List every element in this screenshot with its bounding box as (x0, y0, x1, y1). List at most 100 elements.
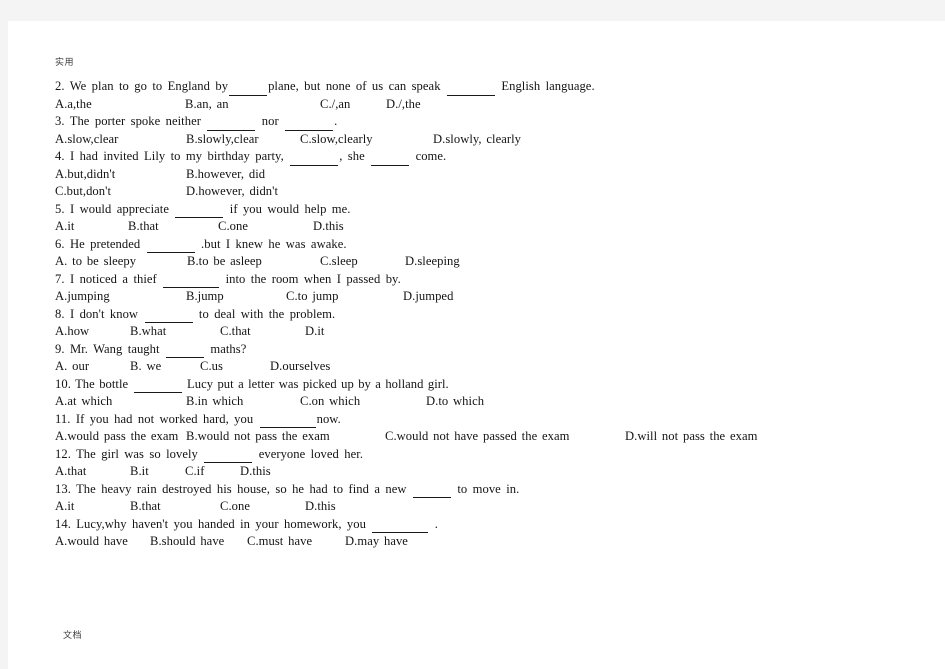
option-b[interactable]: B.an, an (185, 96, 229, 114)
answer-blank (144, 311, 193, 323)
document-body: 实用 2. We plan to go to England by plane, … (55, 57, 925, 551)
option-b[interactable]: B.jump (186, 288, 224, 306)
question-stem-4-part3: come. (415, 149, 447, 163)
option-b[interactable]: B.that (130, 498, 161, 516)
option-d[interactable]: D.this (305, 498, 336, 516)
options-row: A.a,the B.an, an C./,an D./,the (55, 96, 925, 114)
question-stem-14-part1: 14. Lucy,why haven't you handed in your … (55, 516, 366, 531)
option-d[interactable]: D.will not pass the exam (625, 428, 757, 446)
option-a[interactable]: A.how (55, 323, 89, 341)
question-stem-12-part2: everyone loved her. (258, 446, 364, 461)
question-stem-13-part2: to move in. (457, 481, 520, 496)
option-b[interactable]: B.should have (150, 533, 224, 551)
option-b[interactable]: B.that (128, 218, 159, 236)
options-row: A.how B.what C.that D.it (55, 323, 925, 341)
answer-blank (259, 416, 316, 428)
option-b[interactable]: B.however, did (186, 166, 265, 184)
option-b[interactable]: B.slowly,clear (186, 131, 259, 149)
option-a[interactable]: A.jumping (55, 288, 110, 306)
question-stem-2-part1: 2. We plan to go to England by (55, 79, 229, 93)
question-stem-7-part1: 7. I noticed a thief (55, 271, 157, 286)
options-row: C.but,don't D.however, didn't (55, 183, 925, 201)
question-stem-13-part1: 13. The heavy rain destroyed his house, … (55, 481, 407, 496)
option-a[interactable]: A. to be sleepy (55, 253, 136, 271)
option-c[interactable]: C.would not have passed the exam (385, 428, 569, 446)
question-stem-2-part2: plane, but none of us can speak (268, 79, 441, 93)
option-c[interactable]: C.one (218, 218, 248, 236)
option-b[interactable]: B.it (130, 463, 149, 481)
option-c[interactable]: C.to jump (286, 288, 338, 306)
question-stem-3-part3: . (334, 114, 338, 128)
option-c[interactable]: C.one (220, 498, 250, 516)
question-stem-8-part2: to deal with the problem. (198, 306, 336, 321)
answer-blank (207, 119, 256, 131)
option-c[interactable]: C.but,don't (55, 183, 111, 201)
option-d[interactable]: D.jumped (403, 288, 453, 306)
options-row: A.it B.that C.one D.this (55, 498, 925, 516)
document-page: 实用 2. We plan to go to England by plane, … (8, 21, 945, 669)
option-d[interactable]: D.ourselves (270, 358, 330, 376)
answer-blank (371, 154, 410, 166)
question-stem-10-part1: 10. The bottle (55, 376, 129, 391)
answer-blank (412, 486, 451, 498)
option-a[interactable]: A.that (55, 463, 86, 481)
option-c[interactable]: C.sleep (320, 253, 358, 271)
option-a[interactable]: A.it (55, 498, 74, 516)
options-row: A.that B.it C.if D.this (55, 463, 925, 481)
answer-blank (290, 154, 339, 166)
option-b[interactable]: B. we (130, 358, 161, 376)
page-header-text: 实用 (55, 58, 75, 68)
question-stem-6: 6. He pretended .but I knew he was awake… (55, 236, 925, 253)
answer-blank (285, 119, 334, 131)
answer-blank (204, 451, 253, 463)
option-d[interactable]: D.may have (345, 533, 408, 551)
option-a[interactable]: A.at which (55, 393, 112, 411)
question-stem-2-part3: English language. (501, 79, 595, 93)
option-d[interactable]: D.this (240, 463, 271, 481)
options-row: A.would have B.should have C.must have D… (55, 533, 925, 551)
question-stem-12: 12. The girl was so lovely everyone love… (55, 446, 925, 463)
option-c[interactable]: C.slow,clearly (300, 131, 373, 149)
option-a[interactable]: A.it (55, 218, 74, 236)
option-c[interactable]: C.that (220, 323, 251, 341)
option-b[interactable]: B.to be asleep (187, 253, 262, 271)
option-c[interactable]: C.if (185, 463, 204, 481)
question-stem-3-part1: 3. The porter spoke neither (55, 114, 201, 128)
option-a[interactable]: A.but,didn't (55, 166, 115, 184)
option-b[interactable]: B.in which (186, 393, 243, 411)
option-a[interactable]: A.a,the (55, 96, 92, 114)
options-row: A.slow,clear B.slowly,clear C.slow,clear… (55, 131, 925, 149)
option-d[interactable]: D.sleeping (405, 253, 460, 271)
option-d[interactable]: D.to which (426, 393, 484, 411)
question-stem-9-part1: 9. Mr. Wang taught (55, 341, 160, 356)
question-stem-3: 3. The porter spoke neither nor . (55, 113, 925, 131)
option-a[interactable]: A.would have (55, 533, 128, 551)
question-stem-11-part1: 11. If you had not worked hard, you (55, 411, 254, 426)
option-c[interactable]: C./,an (320, 96, 350, 114)
option-d[interactable]: D.however, didn't (186, 183, 278, 201)
question-stem-13: 13. The heavy rain destroyed his house, … (55, 481, 925, 498)
option-c[interactable]: C.on which (300, 393, 360, 411)
option-c[interactable]: C.must have (247, 533, 312, 551)
answer-blank (175, 206, 224, 218)
question-stem-4-part1: 4. I had invited Lily to my birthday par… (55, 149, 284, 163)
question-stem-10-part2: Lucy put a letter was picked up by a hol… (186, 376, 449, 391)
question-stem-11: 11. If you had not worked hard, you now. (55, 411, 925, 428)
option-a[interactable]: A.would pass the exam (55, 428, 178, 446)
question-stem-10: 10. The bottle Lucy put a letter was pic… (55, 376, 925, 393)
option-d[interactable]: D.slowly, clearly (433, 131, 521, 149)
question-stem-4: 4. I had invited Lily to my birthday par… (55, 148, 925, 166)
question-stem-5: 5. I would appreciate if you would help … (55, 201, 925, 218)
option-d[interactable]: D./,the (386, 96, 421, 114)
option-b[interactable]: B.what (130, 323, 166, 341)
option-a[interactable]: A. our (55, 358, 89, 376)
option-b[interactable]: B.would not pass the exam (186, 428, 330, 446)
option-c[interactable]: C.us (200, 358, 223, 376)
question-stem-8-part1: 8. I don't know (55, 306, 139, 321)
option-d[interactable]: D.it (305, 323, 324, 341)
option-d[interactable]: D.this (313, 218, 344, 236)
answer-blank (446, 84, 495, 96)
question-stem-9: 9. Mr. Wang taught maths? (55, 341, 925, 358)
question-stem-2: 2. We plan to go to England by plane, but… (55, 78, 925, 96)
option-a[interactable]: A.slow,clear (55, 131, 118, 149)
